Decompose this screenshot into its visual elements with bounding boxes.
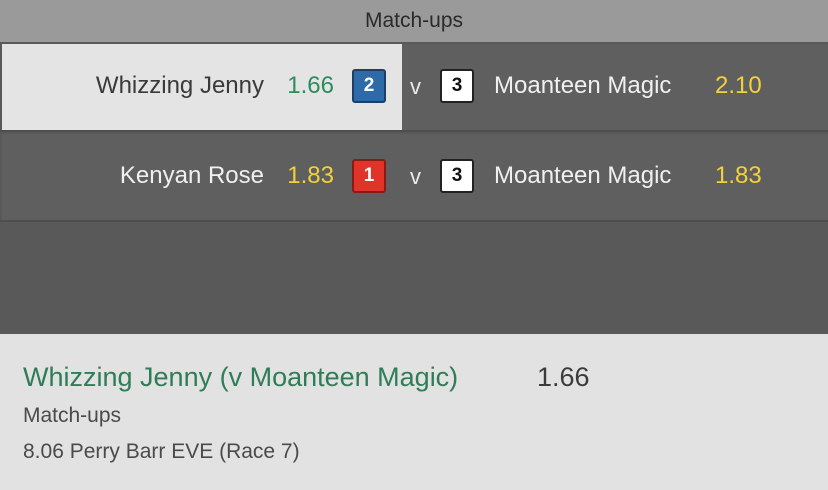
trap-number-badge: 1 [352, 159, 386, 193]
row-divider [0, 220, 828, 222]
trap-number-badge: 3 [440, 159, 474, 193]
market-header: Match-ups [0, 0, 828, 42]
bet-slip-selection[interactable]: Whizzing Jenny (v Moanteen Magic) 1.66 M… [0, 334, 828, 490]
market-title: Match-ups [364, 9, 464, 32]
selection-cell-moanteen-magic[interactable]: 3 Moanteen Magic 2.10 [402, 44, 828, 130]
matchup-row: Whizzing Jenny 1.66 2 3 Moanteen Magic 2… [0, 44, 828, 132]
trap-number-badge: 3 [440, 69, 474, 103]
selection-cell-moanteen-magic[interactable]: 3 Moanteen Magic 1.83 [402, 134, 828, 220]
runner-odds: 1.83 [715, 162, 762, 189]
runner-odds: 2.10 [715, 72, 762, 99]
selection-odds: 1.66 [537, 362, 590, 392]
selection-title: Whizzing Jenny (v Moanteen Magic) [23, 362, 459, 392]
matchup-list: Whizzing Jenny 1.66 2 3 Moanteen Magic 2… [0, 42, 828, 332]
selection-cell-kenyan-rose[interactable]: Kenyan Rose 1.83 1 [2, 134, 402, 220]
runner-name: Moanteen Magic [494, 162, 672, 189]
versus-label: v [410, 74, 421, 99]
runner-name: Whizzing Jenny [95, 72, 264, 99]
event-label: 8.06 Perry Barr EVE (Race 7) [23, 440, 300, 463]
market-label: Match-ups [23, 404, 122, 427]
row-divider [0, 130, 828, 132]
runner-name: Moanteen Magic [494, 72, 672, 99]
runner-odds: 1.66 [287, 72, 334, 99]
trap-number-badge: 2 [352, 69, 386, 103]
selection-cell-whizzing-jenny[interactable]: Whizzing Jenny 1.66 2 [2, 44, 402, 130]
runner-name: Kenyan Rose [119, 162, 264, 189]
versus-label: v [410, 164, 421, 189]
matchup-row: Kenyan Rose 1.83 1 3 Moanteen Magic 1.83… [0, 134, 828, 222]
runner-odds: 1.83 [287, 162, 334, 189]
